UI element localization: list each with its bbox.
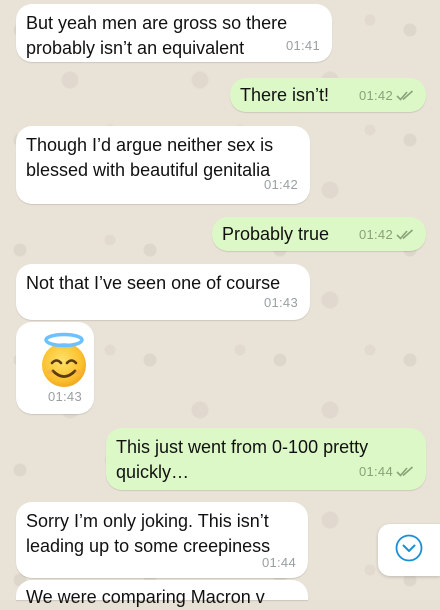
message-time: 01:43 xyxy=(263,295,298,310)
message-text: Probably true xyxy=(222,224,330,244)
message-time: 01:42 xyxy=(263,177,298,192)
message-text: Though I’d argue neither sex is blessed … xyxy=(26,135,274,180)
chevron-down-circle-icon xyxy=(394,533,424,568)
message-time: 01:44 xyxy=(261,555,296,570)
message-text: This just went from 0-100 pretty quickly… xyxy=(116,437,369,482)
message-meta: 01:42 xyxy=(359,222,414,247)
message-meta: 01:42 xyxy=(264,172,298,197)
message-text: We were comparing Macron v xyxy=(26,587,265,607)
double-check-icon xyxy=(396,229,414,240)
message-bubble-outgoing[interactable]: There isn’t! 01:42 xyxy=(230,78,426,112)
message-bubble-incoming[interactable]: We were comparing Macron v xyxy=(16,580,308,607)
message-time: 01:42 xyxy=(358,88,393,103)
double-check-icon xyxy=(396,466,414,477)
message-text: Sorry I’m only joking. This isn’t leadin… xyxy=(26,511,271,556)
message-bubble-incoming[interactable]: Sorry I’m only joking. This isn’t leadin… xyxy=(16,502,308,578)
message-time: 01:43 xyxy=(47,389,82,404)
message-bubble-incoming[interactable]: But yeah men are gross so there probably… xyxy=(16,4,332,62)
message-bubble-outgoing[interactable]: Probably true 01:42 xyxy=(212,217,426,251)
message-meta: 01:44 xyxy=(359,459,414,484)
message-meta: 01:42 xyxy=(359,83,414,108)
message-time: 01:41 xyxy=(285,38,320,53)
message-text: But yeah men are gross so there probably… xyxy=(26,13,288,58)
message-time: 01:44 xyxy=(358,464,393,479)
scroll-to-bottom-button[interactable] xyxy=(378,524,440,576)
message-meta: 01:44 xyxy=(262,550,296,575)
message-bubble-incoming[interactable]: Not that I’ve seen one of course 01:43 xyxy=(16,264,310,320)
message-meta: 01:43 xyxy=(264,290,298,315)
double-check-icon xyxy=(396,90,414,101)
message-bubble-incoming[interactable]: Though I’d argue neither sex is blessed … xyxy=(16,126,310,204)
message-list[interactable]: But yeah men are gross so there probably… xyxy=(0,0,440,607)
message-meta: 01:41 xyxy=(286,33,320,58)
message-time: 01:42 xyxy=(358,227,393,242)
message-text: Not that I’ve seen one of course xyxy=(26,273,281,293)
message-bubble-outgoing[interactable]: This just went from 0-100 pretty quickly… xyxy=(106,428,426,490)
message-bubble-emoji[interactable]: 01:43 xyxy=(16,322,94,414)
message-meta: 01:43 xyxy=(48,384,82,409)
message-text: There isn’t! xyxy=(240,85,330,105)
